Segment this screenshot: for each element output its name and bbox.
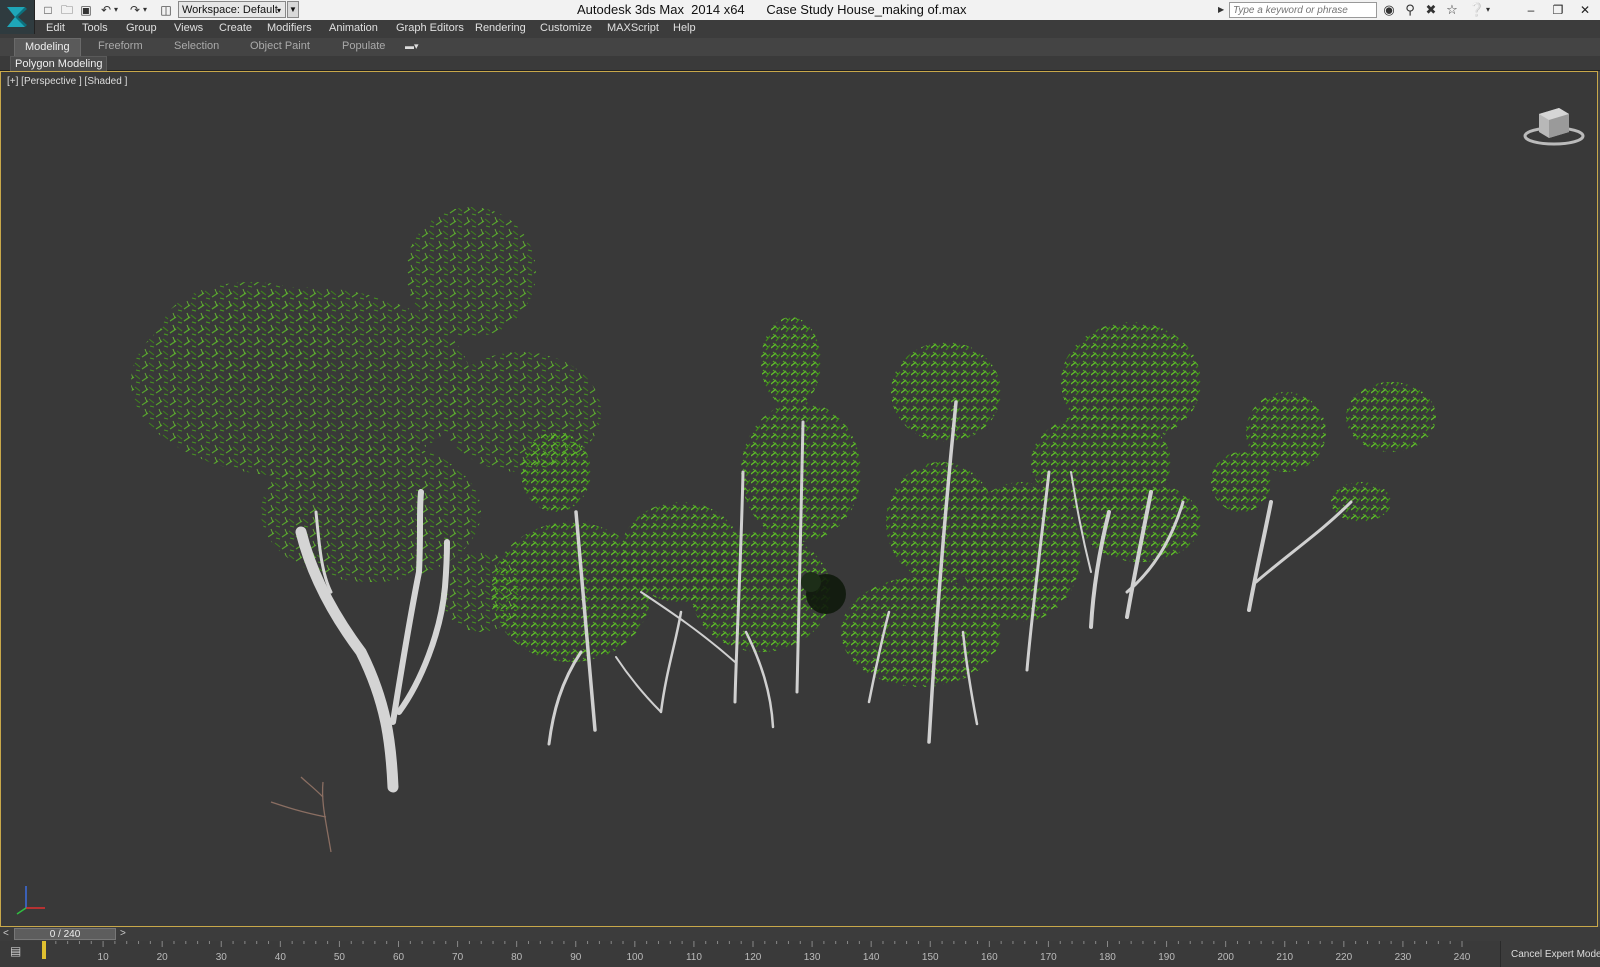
menu-tools[interactable]: Tools — [82, 22, 108, 34]
tab-freeform[interactable]: Freeform — [88, 38, 153, 55]
tree-scene — [131, 207, 1436, 853]
track-bar-ruler[interactable]: 10 20 30 40 50 60 70 80 90 100 110 120 130 140 150 160 1… — [42, 941, 1492, 967]
ribbon-tabs: Modeling Freeform Selection Object Paint… — [0, 38, 1600, 57]
menu-modifiers[interactable]: Modifiers — [267, 22, 312, 34]
track-tick-label: 200 — [1217, 952, 1234, 963]
save-icon[interactable]: ▣ — [78, 2, 94, 18]
window-title: Autodesk 3ds Max 2014 x64 Case Study Hou… — [577, 2, 967, 17]
exchange-icon[interactable]: ✖ — [1422, 2, 1440, 18]
viewcube-icon[interactable] — [1523, 102, 1585, 146]
track-tick-label: 240 — [1454, 952, 1471, 963]
cancel-expert-mode-label: Cancel Expert Mode — [1511, 949, 1600, 960]
tab-selection[interactable]: Selection — [164, 38, 229, 55]
minimize-button[interactable]: – — [1518, 0, 1544, 20]
3ds-max-logo-icon — [7, 7, 27, 27]
track-tick-label: 70 — [452, 952, 464, 963]
menu-group[interactable]: Group — [126, 22, 157, 34]
app-menu-button[interactable] — [0, 0, 35, 34]
track-tick-label: 220 — [1335, 952, 1352, 963]
time-slider-thumb[interactable]: 0 / 240 — [14, 928, 116, 940]
redo-dropdown-icon[interactable]: ▾ — [141, 2, 149, 18]
track-tick-label: 110 — [686, 952, 702, 963]
customize-quick-access-icon[interactable]: ▼ — [287, 1, 299, 18]
track-tick-label: 150 — [922, 952, 939, 963]
current-frame-marker[interactable] — [42, 941, 46, 959]
project-folder-icon[interactable]: ◫ — [158, 2, 174, 18]
menu-help[interactable]: Help — [673, 22, 696, 34]
menu-graph-editors[interactable]: Graph Editors — [396, 22, 464, 34]
axis-tripod-icon — [16, 886, 45, 915]
track-tick-label: 100 — [626, 952, 643, 963]
track-tick-label: 120 — [745, 952, 762, 963]
menu-rendering[interactable]: Rendering — [475, 22, 526, 34]
track-tick-label: 20 — [157, 952, 169, 963]
polygon-modeling-panel[interactable]: Polygon Modeling — [10, 56, 108, 72]
favorites-star-icon[interactable]: ☆ — [1443, 2, 1461, 18]
track-tick-label: 140 — [863, 952, 880, 963]
menu-maxscript[interactable]: MAXScript — [607, 22, 659, 34]
workspace-dropdown[interactable]: Workspace: Default ▾ — [178, 1, 286, 18]
open-file-icon[interactable]: 🗀 — [59, 2, 75, 18]
tab-populate[interactable]: Populate — [332, 38, 395, 55]
cancel-expert-mode-button[interactable]: Cancel Expert Mode — [1500, 941, 1600, 967]
menu-customize[interactable]: Customize — [540, 22, 592, 34]
chevron-down-icon: ▾ — [276, 6, 281, 15]
restore-button[interactable]: ❐ — [1545, 0, 1571, 20]
track-tick-label: 130 — [804, 952, 821, 963]
tab-modeling[interactable]: Modeling — [14, 38, 81, 56]
binoculars-icon[interactable]: ◉ — [1380, 2, 1398, 18]
tab-object-paint[interactable]: Object Paint — [240, 38, 320, 55]
menu-edit[interactable]: Edit — [46, 22, 65, 34]
track-tick-label: 190 — [1158, 952, 1175, 963]
track-tick-label: 40 — [275, 952, 287, 963]
track-tick-label: 30 — [216, 952, 228, 963]
perspective-viewport[interactable]: [+] [Perspective ] [Shaded ] — [0, 71, 1598, 927]
time-slider[interactable]: < 0 / 240 > — [0, 927, 1600, 942]
track-bar[interactable]: ▤ 10 20 30 40 50 60 70 80 90 100 110 120 130 140 150 16… — [0, 941, 1500, 967]
track-tick-label: 80 — [511, 952, 523, 963]
ribbon-minimize-toggle-icon[interactable]: ▬▾ — [405, 41, 427, 53]
ribbon-panel: Polygon Modeling — [0, 56, 1600, 72]
track-tick-label: 230 — [1395, 952, 1412, 963]
track-tick-label: 50 — [334, 952, 346, 963]
dead-branch — [270, 776, 332, 853]
track-tick-label: 160 — [981, 952, 998, 963]
track-tick-label: 170 — [1040, 952, 1057, 963]
mini-curve-editor-icon[interactable]: ▤ — [10, 944, 26, 960]
track-tick-label: 210 — [1276, 952, 1293, 963]
title-bar: □ 🗀 ▣ ↶ ▾ ↷ ▾ ◫ Workspace: Default ▾ ▼ A… — [0, 0, 1600, 34]
menu-bar: Edit Tools Group Views Create Modifiers … — [0, 20, 1600, 39]
menu-views[interactable]: Views — [174, 22, 203, 34]
track-tick-label: 60 — [393, 952, 405, 963]
menu-create[interactable]: Create — [219, 22, 252, 34]
undo-dropdown-icon[interactable]: ▾ — [112, 2, 120, 18]
viewport-label-menu[interactable]: [+] [Perspective ] [Shaded ] — [7, 76, 127, 87]
time-slider-prev-button[interactable]: < — [3, 928, 9, 939]
track-tick-label: 90 — [570, 952, 582, 963]
workspace-label: Workspace: Default — [182, 4, 278, 16]
track-tick-label: 180 — [1099, 952, 1116, 963]
time-slider-next-button[interactable]: > — [120, 928, 126, 939]
key-icon[interactable]: ⚲ — [1401, 2, 1419, 18]
search-input[interactable] — [1229, 2, 1377, 18]
menu-animation[interactable]: Animation — [329, 22, 378, 34]
help-dropdown-icon[interactable]: ▾ — [1484, 2, 1492, 18]
new-file-icon[interactable]: □ — [40, 2, 56, 18]
search-expand-icon[interactable]: ▶ — [1218, 2, 1228, 18]
close-button[interactable]: ✕ — [1572, 0, 1598, 20]
track-tick-label: 10 — [98, 952, 110, 963]
